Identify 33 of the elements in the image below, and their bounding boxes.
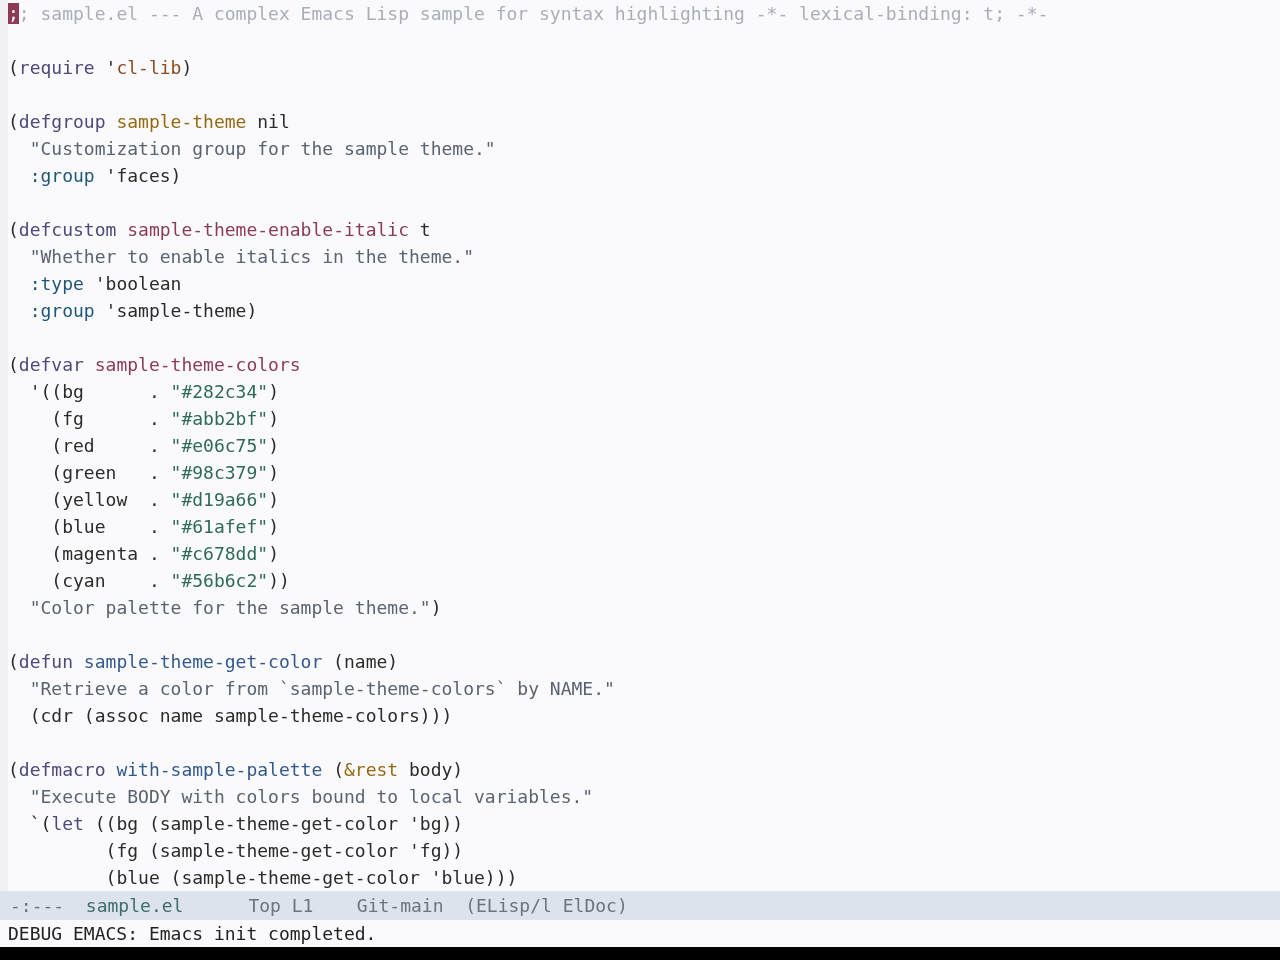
code-line: "Whether to enable italics in the theme." [29, 246, 474, 267]
code-line: (defun sample-theme-get-color (name) [8, 651, 399, 672]
code-line: (defvar sample-theme-colors [8, 354, 301, 375]
code-line: (fg . "#abb2bf") [51, 408, 279, 429]
buffer-status: -:--- [10, 894, 65, 918]
code-line: "Retrieve a color from `sample-theme-colors` by NAME." [29, 678, 615, 699]
code-line: '((bg . "#282c34") [29, 381, 279, 402]
code-line: ;; sample.el --- A complex Emacs Lisp sample for syntax highlighting -*- lexical-binding: t; -*- [8, 3, 1049, 24]
code-line: (magenta . "#c678dd") [51, 543, 279, 564]
code-line: :group 'sample-theme) [29, 300, 258, 321]
code-line: (blue . "#61afef") [51, 516, 279, 537]
code-line: (defgroup sample-theme nil [8, 111, 290, 132]
branch-name[interactable]: Git-main [356, 892, 444, 919]
code-line: (cyan . "#56b6c2")) [51, 570, 290, 591]
code-line: (defcustom sample-theme-enable-italic t [8, 219, 431, 240]
buffer-name[interactable]: sample.el [85, 892, 184, 919]
code-line: (defmacro with-sample-palette (&rest body) [8, 759, 464, 780]
code-line: `(let ((bg (sample-theme-get-color 'bg)) [29, 813, 464, 834]
code-line: "Execute BODY with colors bound to local variables." [29, 786, 594, 807]
major-mode[interactable]: (ELisp/l ElDoc) [465, 892, 628, 919]
code-line: (fg (sample-theme-get-color 'fg)) [105, 840, 464, 861]
code-line: :group 'faces) [29, 165, 182, 186]
code-line: (yellow . "#d19a66") [51, 489, 279, 510]
code-line: "Color palette for the sample theme.") [29, 597, 442, 618]
code-line: (blue (sample-theme-get-color 'blue))) [105, 867, 518, 888]
code-line: "Customization group for the sample theme." [29, 138, 496, 159]
code-line: (red . "#e06c75") [51, 435, 279, 456]
code-line: :type 'boolean [29, 273, 182, 294]
code-line: (require 'cl-lib) [8, 57, 193, 78]
cursor-position: Top L1 [248, 894, 314, 918]
code-line: (green . "#98c379") [51, 462, 279, 483]
echo-message: DEBUG EMACS: Emacs init completed. [8, 922, 377, 946]
code-line: (cdr (assoc name sample-theme-colors))) [29, 705, 453, 726]
